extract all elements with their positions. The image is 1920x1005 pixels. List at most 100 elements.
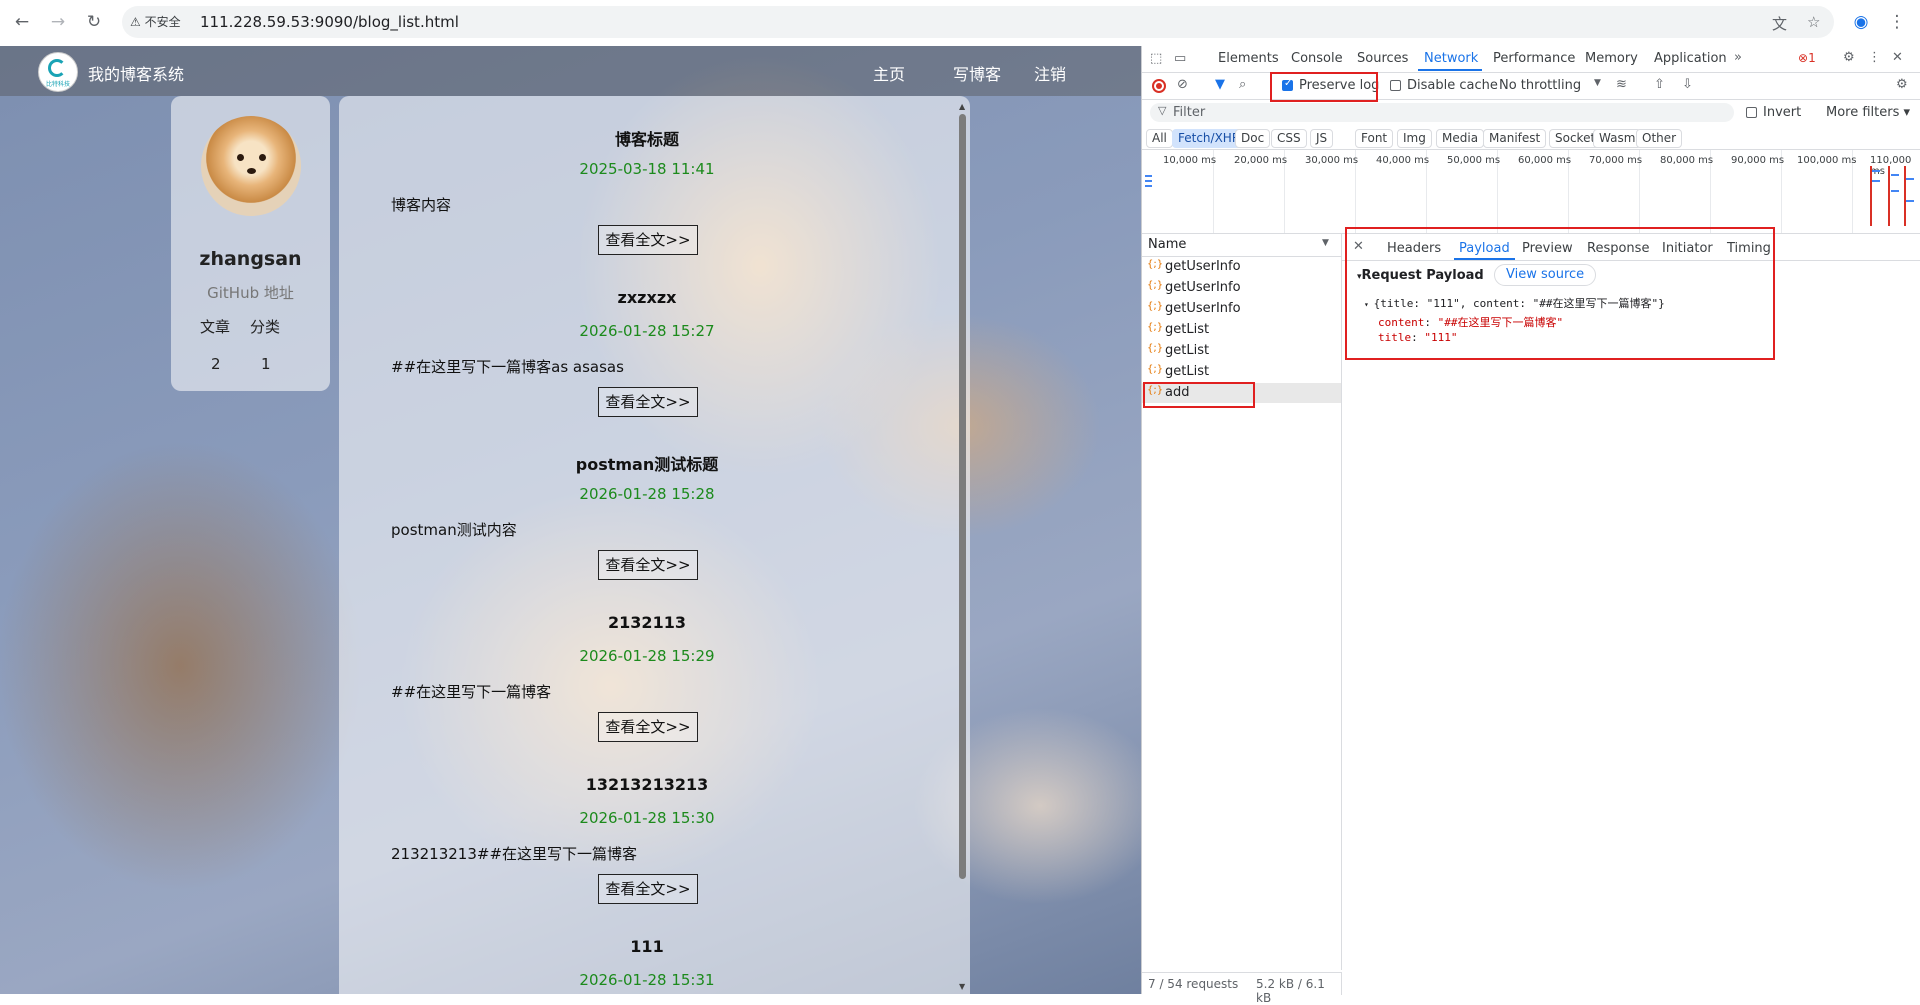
scrollbar[interactable]: ▲ ▼ — [955, 96, 970, 994]
tab-network[interactable]: Network — [1424, 51, 1478, 66]
highlight-preserve-log — [1270, 72, 1378, 102]
filter-placeholder: Filter — [1173, 105, 1206, 120]
read-more-button[interactable]: 查看全文>> — [598, 387, 698, 417]
more-options-icon[interactable]: ⋮ — [1868, 50, 1881, 65]
device-toolbar-icon[interactable]: ▭ — [1174, 51, 1186, 66]
throttling-select[interactable]: No throttling — [1499, 78, 1581, 93]
timeline-label: 20,000 ms — [1234, 155, 1288, 166]
search-icon[interactable]: ⌕ — [1239, 77, 1246, 92]
type-filter-other[interactable]: Other — [1636, 129, 1683, 148]
tab-elements[interactable]: Elements — [1218, 51, 1279, 66]
site-logo: 比特科技 — [38, 52, 78, 92]
more-filters-button[interactable]: More filters ▾ — [1826, 105, 1910, 120]
nav-write-link[interactable]: 写博客 — [953, 61, 1001, 85]
menu-icon[interactable]: ⋮ — [1883, 8, 1911, 36]
network-status-bar: 7 / 54 requests 5.2 kB / 6.1 kB — [1142, 972, 1342, 1005]
read-more-button[interactable]: 查看全文>> — [598, 550, 698, 580]
more-tabs-icon[interactable]: » — [1734, 50, 1742, 65]
type-filter-all[interactable]: All — [1146, 129, 1173, 148]
back-icon[interactable]: ← — [8, 8, 36, 36]
avatar — [201, 116, 301, 216]
error-badge[interactable]: ⊗1 — [1798, 51, 1816, 65]
blog-navbar: 比特科技 我的博客系统 主页 写博客 注销 — [0, 46, 1141, 96]
request-row[interactable]: {;} getUserInfo — [1142, 257, 1341, 277]
type-filter-img[interactable]: Img — [1397, 129, 1432, 148]
disable-cache-label[interactable]: Disable cache — [1407, 78, 1498, 93]
tab-application[interactable]: Application — [1654, 51, 1727, 66]
network-settings-icon[interactable]: ⚙ — [1896, 77, 1908, 92]
forward-icon[interactable]: → — [44, 8, 72, 36]
bookmark-star-icon[interactable]: ☆ — [1807, 13, 1820, 31]
clear-icon[interactable]: ⊘ — [1177, 77, 1188, 92]
post-date: 2026-01-28 15:31 — [579, 971, 715, 989]
network-overview-timeline[interactable]: 10,000 ms 20,000 ms 30,000 ms 40,000 ms … — [1142, 150, 1920, 234]
settings-icon[interactable]: ⚙ — [1843, 50, 1855, 65]
close-devtools-icon[interactable]: ✕ — [1892, 50, 1903, 65]
name-column-header[interactable]: Name — [1148, 237, 1186, 252]
record-icon[interactable] — [1152, 79, 1166, 93]
timeline-marker — [1904, 166, 1906, 226]
sort-icon[interactable]: ▼ — [1322, 238, 1329, 248]
read-more-button[interactable]: 查看全文>> — [598, 712, 698, 742]
request-row[interactable]: {;} getList — [1142, 341, 1341, 361]
post-date: 2025-03-18 11:41 — [579, 160, 715, 178]
request-row[interactable]: {;} getList — [1142, 320, 1341, 340]
timeline-label: 10,000 ms — [1163, 155, 1217, 166]
post-title: zxzxzx — [617, 288, 677, 307]
post-desc: postman测试内容 — [391, 521, 517, 539]
type-filter-media[interactable]: Media — [1436, 129, 1485, 148]
type-filter-font[interactable]: Font — [1355, 129, 1394, 148]
timeline-label: 100,000 ms — [1797, 155, 1857, 166]
type-filter-wasm[interactable]: Wasm — [1593, 129, 1642, 148]
type-filter-manifest[interactable]: Manifest — [1483, 129, 1547, 148]
security-warning[interactable]: ⚠ 不安全 — [130, 13, 181, 30]
read-more-button[interactable]: 查看全文>> — [598, 874, 698, 904]
nav-logout-link[interactable]: 注销 — [1034, 61, 1066, 85]
invert-label[interactable]: Invert — [1763, 105, 1801, 120]
scrollbar-thumb[interactable] — [959, 114, 966, 879]
translate-icon[interactable]: 文 — [1772, 13, 1787, 34]
nav-home-link[interactable]: 主页 — [873, 61, 905, 85]
inspect-icon[interactable]: ⬚ — [1150, 51, 1162, 66]
requests-header[interactable]: Name ▼ — [1142, 234, 1342, 257]
post-title: 13213213213 — [585, 775, 709, 794]
scroll-up-icon[interactable]: ▲ — [959, 102, 965, 111]
throttling-dropdown-icon[interactable]: ▼ — [1594, 78, 1601, 88]
invert-checkbox[interactable] — [1746, 107, 1757, 118]
request-row[interactable]: {;} getUserInfo — [1142, 278, 1341, 298]
devtools-panel: ⬚ ▭ Elements Console Sources Network Per… — [1141, 46, 1920, 1005]
filter-icon[interactable]: ▼ — [1215, 77, 1225, 92]
xhr-icon: {;} — [1147, 364, 1164, 375]
tab-performance[interactable]: Performance — [1493, 51, 1575, 66]
reload-icon[interactable]: ↻ — [80, 8, 108, 36]
import-har-icon[interactable]: ⇧ — [1654, 77, 1665, 92]
avatar-eye — [237, 154, 244, 161]
tab-sources[interactable]: Sources — [1357, 51, 1408, 66]
type-filter-doc[interactable]: Doc — [1235, 129, 1271, 148]
post-date: 2026-01-28 15:27 — [579, 322, 715, 340]
type-filter-js[interactable]: JS — [1310, 129, 1334, 148]
tab-console[interactable]: Console — [1291, 51, 1343, 66]
timeline-request-bar — [1891, 174, 1899, 176]
xhr-icon: {;} — [1147, 301, 1164, 312]
export-har-icon[interactable]: ⇩ — [1682, 77, 1693, 92]
network-conditions-icon[interactable]: ≋ — [1616, 77, 1627, 92]
request-row[interactable]: {;} getUserInfo — [1142, 299, 1341, 319]
categories-count: 1 — [261, 355, 271, 373]
scroll-down-icon[interactable]: ▼ — [959, 982, 965, 991]
active-tab-indicator — [1418, 69, 1482, 71]
type-filter-css[interactable]: CSS — [1271, 129, 1307, 148]
disable-cache-checkbox[interactable] — [1390, 80, 1401, 91]
request-row[interactable]: {;} getList — [1142, 362, 1341, 382]
timeline-marker — [1870, 166, 1872, 226]
url-text[interactable]: 111.228.59.53:9090/blog_list.html — [200, 13, 459, 31]
highlight-payload — [1345, 227, 1775, 360]
github-link[interactable]: GitHub 地址 — [171, 282, 330, 303]
transfer-size: 5.2 kB / 6.1 kB — [1256, 977, 1325, 1005]
profile-icon[interactable]: ◉ — [1847, 8, 1875, 36]
read-more-button[interactable]: 查看全文>> — [598, 225, 698, 255]
tab-memory[interactable]: Memory — [1585, 51, 1638, 66]
avatar-nose — [247, 168, 256, 174]
filter-input[interactable]: ▽ Filter — [1150, 103, 1734, 122]
address-bar[interactable]: ⚠ 不安全 111.228.59.53:9090/blog_list.html … — [122, 6, 1834, 38]
